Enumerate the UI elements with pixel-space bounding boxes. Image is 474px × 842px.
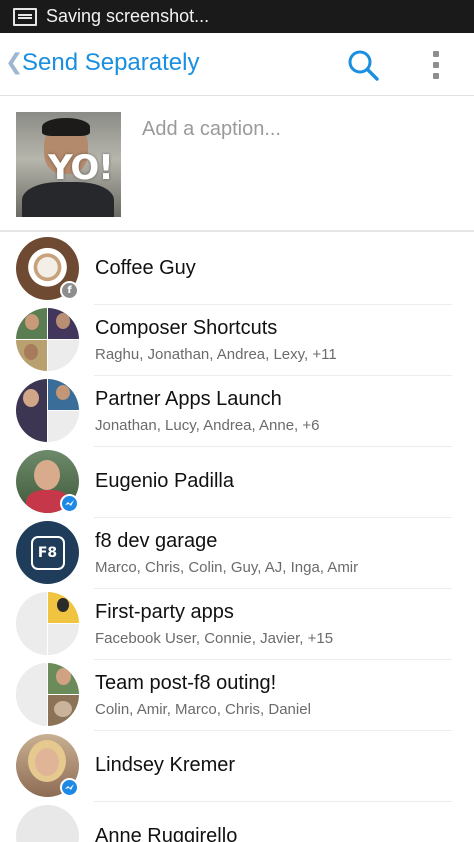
screenshot-icon (13, 7, 37, 26)
overflow-menu-icon[interactable] (428, 48, 444, 82)
conversation-name: Anne Ruggirello (95, 825, 238, 842)
search-button[interactable] (346, 48, 380, 82)
f8-logo: F8 (30, 535, 65, 570)
page-title[interactable]: Send Separately (22, 49, 199, 77)
conversation-members: Jonathan, Lucy, Andrea, Anne, +6 (95, 417, 320, 434)
conversation-list: f Coffee Guy Composer Shortcuts Raghu, J… (0, 234, 474, 842)
avatar (16, 308, 79, 371)
list-item[interactable]: F8 f8 dev garage Marco, Chris, Colin, Gu… (0, 518, 474, 589)
status-bar: Saving screenshot... (0, 0, 474, 33)
conversation-name: Team post-f8 outing! (95, 672, 277, 694)
chevron-left-icon[interactable]: ❮ (5, 51, 23, 73)
conversation-name: Lindsey Kremer (95, 754, 236, 776)
conversation-name: Partner Apps Launch (95, 388, 282, 410)
list-item[interactable]: Eugenio Padilla (0, 447, 474, 518)
conversation-name: Coffee Guy (95, 257, 196, 279)
caption-composer: YO! (0, 96, 474, 232)
search-icon (348, 50, 379, 81)
list-item[interactable]: Partner Apps Launch Jonathan, Lucy, Andr… (0, 376, 474, 447)
photo-thumbnail[interactable]: YO! (16, 112, 121, 217)
list-item[interactable]: Composer Shortcuts Raghu, Jonathan, Andr… (0, 305, 474, 376)
conversation-members: Raghu, Jonathan, Andrea, Lexy, +11 (95, 346, 337, 363)
caption-input[interactable] (142, 118, 452, 141)
list-item[interactable]: First-party apps Facebook User, Connie, … (0, 589, 474, 660)
status-text: Saving screenshot... (46, 6, 210, 26)
conversation-members: Colin, Amir, Marco, Chris, Daniel (95, 701, 311, 718)
list-item[interactable]: Anne Ruggirello (0, 802, 474, 842)
list-item[interactable]: Lindsey Kremer (0, 731, 474, 802)
conversation-members: Facebook User, Connie, Javier, +15 (95, 630, 334, 647)
conversation-name: Eugenio Padilla (95, 470, 234, 492)
conversation-name: f8 dev garage (95, 530, 218, 552)
avatar: F8 (16, 521, 79, 584)
facebook-icon: f (60, 281, 79, 300)
app-bar: ❮ Send Separately (0, 33, 474, 96)
conversation-members: Marco, Chris, Colin, Guy, AJ, Inga, Amir (95, 559, 359, 576)
conversation-name: Composer Shortcuts (95, 317, 278, 339)
list-item[interactable]: f Coffee Guy (0, 234, 474, 305)
messenger-icon (60, 494, 79, 513)
list-item[interactable]: Team post-f8 outing! Colin, Amir, Marco,… (0, 660, 474, 731)
conversation-name: First-party apps (95, 601, 234, 623)
avatar (16, 592, 79, 655)
avatar (16, 379, 79, 442)
photo-overlay-text: YO! (48, 148, 114, 188)
avatar (16, 663, 79, 726)
messenger-icon (60, 778, 79, 797)
avatar (16, 805, 79, 842)
